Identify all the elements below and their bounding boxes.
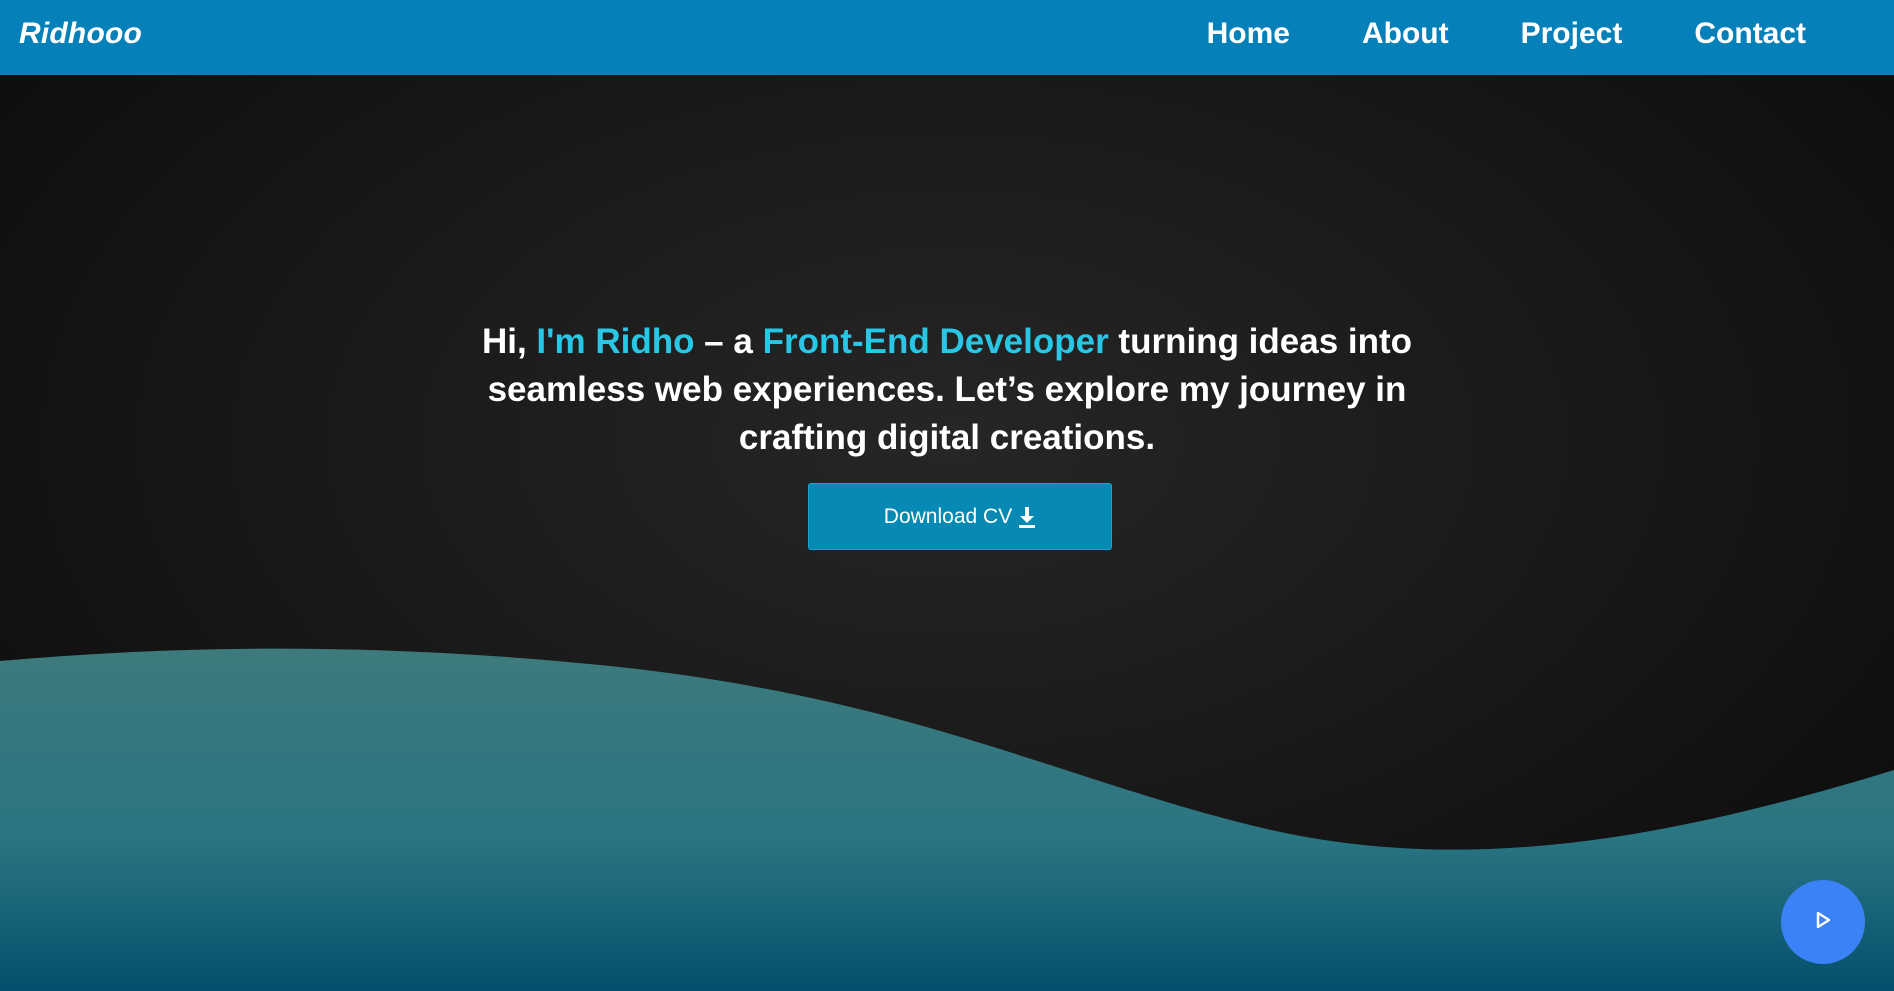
nav-link-about[interactable]: About [1362,17,1449,51]
floating-action-button[interactable] [1781,880,1865,964]
nav-link-home[interactable]: Home [1207,17,1290,51]
hero-role: Front-End Developer [762,322,1109,361]
download-cv-label: Download CV [883,504,1013,528]
play-icon [1812,909,1834,936]
download-icon [1018,506,1036,528]
hero-name: I'm Ridho [536,322,695,361]
hero-headline: Hi, I'm Ridho – a Front-End Developer tu… [447,318,1447,462]
brand-logo[interactable]: Ridhooo [19,17,142,51]
hero-section: Hi, I'm Ridho – a Front-End Developer tu… [0,75,1894,991]
nav-link-contact[interactable]: Contact [1694,17,1806,51]
nav-links: Home About Project Contact [1207,17,1806,51]
navbar: Ridhooo Home About Project Contact [0,0,1894,75]
hero-greeting: Hi, [481,322,537,361]
download-cv-button[interactable]: Download CV [808,483,1112,550]
nav-link-project[interactable]: Project [1521,17,1623,51]
hero-connector: – a [694,322,763,361]
